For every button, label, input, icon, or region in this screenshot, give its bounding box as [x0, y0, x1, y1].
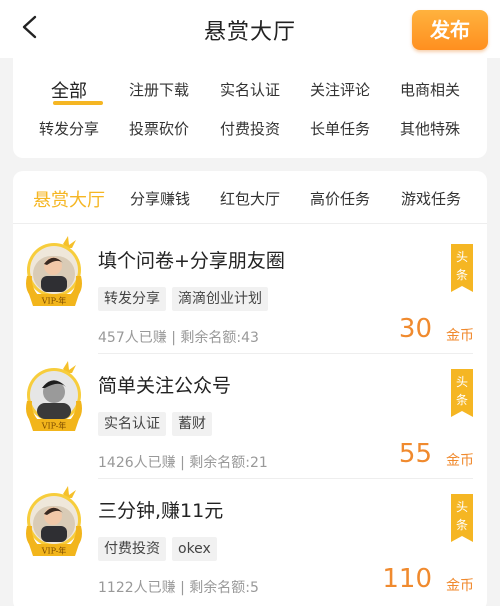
task-list-card: 悬赏大厅 分享赚钱 红包大厅 高价任务 游戏任务 VIP-年 填个问卷+分享朋友…	[13, 171, 487, 606]
badge-text-bottom: 条	[455, 268, 468, 282]
category-follow-comment[interactable]: 关注评论	[295, 79, 385, 100]
badge-text-top: 头	[455, 375, 468, 389]
task-tag: 滴滴创业计划	[172, 287, 268, 311]
category-vote-bargain[interactable]: 投票砍价	[114, 118, 204, 139]
tab-game[interactable]: 游戏任务	[401, 188, 461, 209]
reward-amount: 30	[398, 314, 432, 344]
stats-separator: |	[180, 455, 185, 471]
badge-text-bottom: 条	[455, 518, 468, 532]
task-title: 填个问卷+分享朋友圈	[98, 250, 285, 272]
category-long-task[interactable]: 长单任务	[295, 118, 385, 139]
earned-count: 1122人已赚	[98, 580, 176, 596]
remaining-count: 21	[249, 455, 268, 471]
reward-unit: 金币	[446, 328, 474, 344]
category-share[interactable]: 转发分享	[24, 118, 114, 139]
publish-button[interactable]: 发布	[412, 10, 488, 50]
category-all[interactable]: 全部	[24, 77, 114, 103]
category-other[interactable]: 其他特殊	[385, 118, 475, 139]
category-real-name[interactable]: 实名认证	[205, 79, 295, 100]
active-category-underline	[53, 101, 103, 105]
remaining-label: 剩余名额:	[189, 580, 250, 596]
reward-unit: 金币	[446, 453, 474, 469]
reward-amount: 110	[382, 564, 432, 594]
tab-high-price[interactable]: 高价任务	[310, 188, 370, 209]
reward-unit: 金币	[446, 578, 474, 594]
vip-avatar: VIP-年	[23, 486, 89, 562]
task-title: 简单关注公众号	[98, 375, 232, 397]
reward-amount: 55	[398, 439, 432, 469]
category-paid-invest[interactable]: 付费投资	[205, 118, 295, 139]
category-ecommerce[interactable]: 电商相关	[385, 79, 475, 100]
task-stats: 1122人已赚 | 剩余名额:5	[98, 577, 259, 597]
task-title: 三分钟,赚11元	[98, 500, 224, 522]
badge-text-top: 头	[455, 250, 468, 264]
remaining-label: 剩余名额:	[180, 330, 242, 346]
task-tag: okex	[172, 537, 217, 561]
category-register-download[interactable]: 注册下载	[114, 79, 204, 100]
vip-label: VIP-年	[41, 421, 67, 431]
task-tag: 转发分享	[98, 287, 166, 311]
task-item[interactable]: VIP-年 简单关注公众号 实名认证 蓄财 1426人已赚 | 剩余名额:21 …	[13, 353, 487, 479]
task-tag: 付费投资	[98, 537, 166, 561]
task-item[interactable]: VIP-年 填个问卷+分享朋友圈 转发分享 滴滴创业计划 457人已赚 | 剩余…	[13, 228, 487, 354]
top-bar: 悬赏大厅 发布	[0, 0, 500, 58]
task-tag: 蓄财	[172, 412, 212, 436]
vip-label: VIP-年	[41, 546, 67, 556]
stats-separator: |	[171, 330, 176, 346]
badge-text-top: 头	[455, 500, 468, 514]
remaining-count: 43	[241, 330, 259, 346]
headline-badge: 头 条	[451, 369, 473, 417]
stats-separator: |	[180, 580, 185, 596]
earned-count: 457人已赚	[98, 330, 167, 346]
task-stats: 1426人已赚 | 剩余名额:21	[98, 452, 268, 472]
remaining-count: 5	[249, 580, 259, 596]
remaining-label: 剩余名额:	[189, 455, 250, 471]
vip-avatar: VIP-年	[23, 236, 89, 312]
vip-avatar: VIP-年	[23, 361, 89, 437]
tab-share-earn[interactable]: 分享赚钱	[130, 188, 190, 209]
vip-label: VIP-年	[41, 296, 67, 306]
category-filter: 全部 注册下载 实名认证 关注评论 电商相关 转发分享 投票砍价 付费投资 长单…	[13, 58, 487, 158]
earned-count: 1426人已赚	[98, 455, 176, 471]
tab-reward-hall[interactable]: 悬赏大厅	[33, 186, 105, 212]
tab-divider	[13, 223, 487, 224]
task-item[interactable]: VIP-年 三分钟,赚11元 付费投资 okex 1122人已赚 | 剩余名额:…	[13, 478, 487, 604]
task-stats: 457人已赚 | 剩余名额:43	[98, 327, 259, 347]
headline-badge: 头 条	[451, 494, 473, 542]
tab-red-packet[interactable]: 红包大厅	[220, 188, 280, 209]
badge-text-bottom: 条	[455, 393, 468, 407]
task-tag: 实名认证	[98, 412, 166, 436]
headline-badge: 头 条	[451, 244, 473, 292]
